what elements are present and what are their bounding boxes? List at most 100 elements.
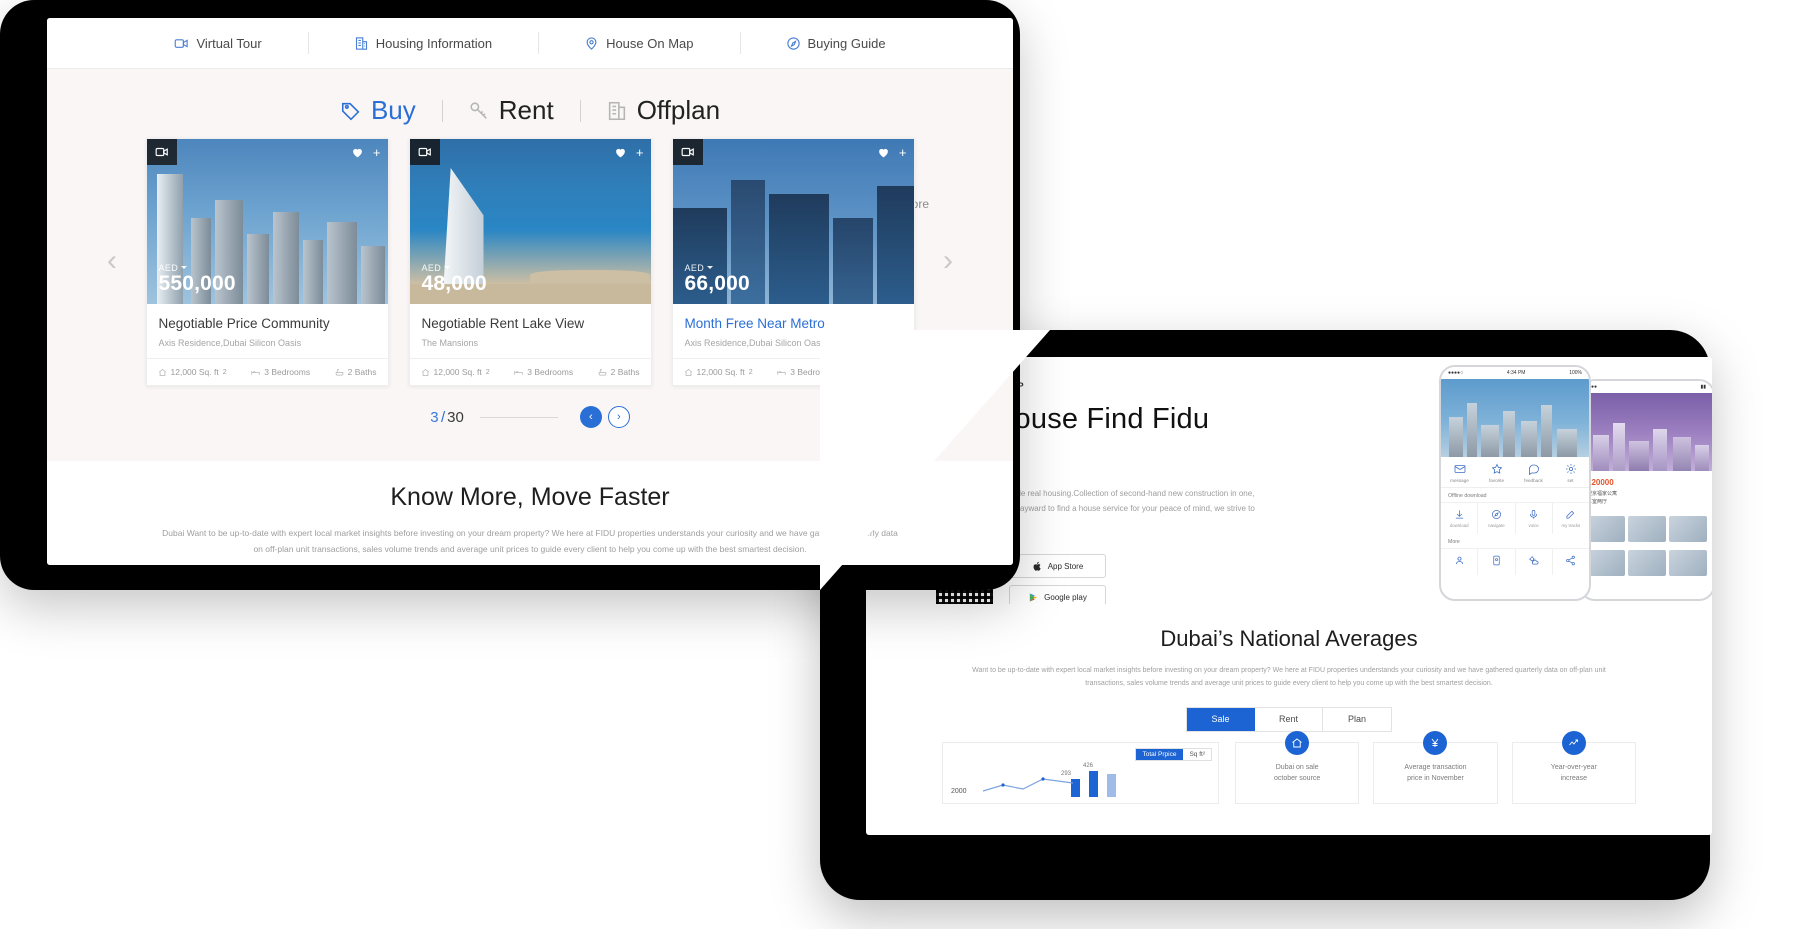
property-card-actions[interactable]: + xyxy=(614,146,644,159)
trend-up-icon xyxy=(1568,737,1580,749)
phone-back-line1: 望京福家公寓 xyxy=(1587,490,1618,497)
tab-buy[interactable]: Buy xyxy=(314,95,442,126)
spec-area: 12,000 Sq. ft 2 xyxy=(158,367,227,377)
property-card[interactable]: + AED 550,000 Negotiable Price Community… xyxy=(145,138,389,386)
tab-rent[interactable]: Rent xyxy=(442,95,580,126)
heart-icon[interactable] xyxy=(877,146,890,159)
top-navigation[interactable]: Virtual Tour Housing Information House O… xyxy=(47,18,1013,69)
phone-cell-user-pin[interactable] xyxy=(1441,549,1479,575)
phone-grid-offline[interactable]: download navigate voice my tracks xyxy=(1441,502,1589,534)
phone-tab-message-label: message xyxy=(1450,478,1469,483)
property-price-block: AED 66,000 xyxy=(685,263,750,295)
caret-down-icon xyxy=(444,266,451,270)
add-icon[interactable]: + xyxy=(636,146,644,159)
phone-mockup-back: ●●● ▮▮ 120000 望京福家公寓 三室两厅 xyxy=(1579,379,1712,601)
carousel-next-arrow[interactable]: › xyxy=(943,246,953,276)
price-bar-chart: Total Prpice Sq ft² 2000 293 426 xyxy=(942,741,1219,804)
pagination-prev-button[interactable]: ‹ xyxy=(579,406,602,428)
property-card-actions[interactable]: + xyxy=(351,146,381,159)
know-more-heading: Know More, Move Faster xyxy=(390,483,670,511)
chart-ytick-0: 2000 xyxy=(951,787,967,795)
phone-cell-voice[interactable]: voice xyxy=(1516,503,1553,534)
heart-icon[interactable] xyxy=(614,146,627,159)
app-store-button[interactable]: App Store xyxy=(1009,554,1106,579)
nav-item-housing-information[interactable]: Housing Information xyxy=(308,36,538,51)
property-title[interactable]: Negotiable Rent Lake View xyxy=(410,304,651,331)
video-badge[interactable] xyxy=(672,139,703,165)
blueprint-icon xyxy=(606,100,628,122)
tab-rent-label: Rent xyxy=(498,95,554,125)
spec-bedrooms: 3 Bedrooms xyxy=(514,367,573,377)
phone-back-line2: 三室两厅 xyxy=(1587,499,1608,506)
nav-item-house-on-map[interactable]: House On Map xyxy=(538,36,739,51)
phone-cell-weather[interactable] xyxy=(1516,549,1553,575)
chart-bar-1 xyxy=(1089,770,1098,797)
phone-tab-set[interactable]: set xyxy=(1552,463,1589,483)
property-title[interactable]: Negotiable Price Community xyxy=(147,304,388,331)
video-badge[interactable] xyxy=(409,139,440,165)
phone-cell-download[interactable]: download xyxy=(1441,503,1479,534)
add-icon[interactable]: + xyxy=(373,146,381,159)
phone-tab-row[interactable]: message favorite feedback set xyxy=(1441,457,1589,488)
download-icon xyxy=(1454,509,1465,520)
heart-icon[interactable] xyxy=(351,146,364,159)
phone-cell-id-card[interactable] xyxy=(1478,549,1516,575)
pagination-next-button[interactable]: › xyxy=(607,406,630,428)
google-play-icon xyxy=(1028,592,1039,603)
phone-mockups: ●●● ▮▮ 120000 望京福家公寓 三室两厅 ●●●●○ 4:34 PM … xyxy=(1321,357,1712,604)
phone-tab-favorite[interactable]: favorite xyxy=(1478,463,1515,483)
property-card[interactable]: + AED 66,000 Month Free Near Metro Axis … xyxy=(671,138,915,386)
property-card[interactable]: + AED 48,000 Negotiable Rent Lake View T… xyxy=(408,138,652,386)
area-icon xyxy=(158,368,166,376)
add-icon[interactable]: + xyxy=(899,146,907,159)
phone-grid-more[interactable] xyxy=(1441,548,1589,575)
app-store-label: App Store xyxy=(1047,561,1084,571)
carousel-pagination[interactable]: 3/30 ‹ › xyxy=(47,406,1013,428)
key-icon xyxy=(468,100,490,122)
google-play-button[interactable]: Google play xyxy=(1009,585,1106,604)
feature-card-yoy-label: Year-over-year increase xyxy=(1550,763,1597,782)
home-icon-circle xyxy=(1285,730,1310,755)
carousel-prev-arrow[interactable]: ‹ xyxy=(107,246,117,276)
video-badge[interactable] xyxy=(146,139,177,165)
phone-cell-my-tracks[interactable]: my tracks xyxy=(1553,503,1589,534)
pagination-counter: 3/30 xyxy=(430,409,464,426)
property-subtitle: Axis Residence,Dubai Silicon Oasis xyxy=(672,331,914,359)
segment-sale[interactable]: Sale xyxy=(1187,707,1255,731)
phone-mockup-front: ●●●●○ 4:34 PM 100% message favorite feed… xyxy=(1439,365,1591,601)
spec-bedrooms: 3 Bedrooms xyxy=(777,367,836,377)
home-icon xyxy=(1291,737,1303,749)
phone-back-listing: 120000 望京福家公寓 三室两厅 xyxy=(1581,471,1712,512)
property-specs: 12,000 Sq. ft 2 3 Bedrooms 2 Baths xyxy=(410,359,651,385)
phone-tab-set-label: set xyxy=(1567,478,1574,483)
property-title[interactable]: Month Free Near Metro xyxy=(673,304,914,331)
building-icon xyxy=(354,36,369,51)
listing-type-tabs[interactable]: Buy Rent Offplan xyxy=(47,69,1013,126)
segment-plan[interactable]: Plan xyxy=(1323,707,1391,731)
yen-icon xyxy=(1429,737,1441,749)
nav-item-buying-guide[interactable]: Buying Guide xyxy=(740,36,932,51)
phone-battery: 100% xyxy=(1569,370,1582,376)
feature-card-yoy[interactable]: Year-over-year increase xyxy=(1511,730,1636,804)
phone-tab-message[interactable]: message xyxy=(1441,463,1478,483)
feature-card-avg-price[interactable]: Average transaction price in November xyxy=(1373,730,1498,804)
bath-icon xyxy=(598,368,606,375)
bed-icon xyxy=(514,370,523,375)
area-icon xyxy=(421,368,429,376)
know-more-paragraph: Dubai Want to be up-to-date with expert … xyxy=(160,526,900,557)
tab-offplan[interactable]: Offplan xyxy=(580,95,746,126)
feature-card-on-sale[interactable]: Dubai on sale october source xyxy=(1235,730,1360,804)
phone-cell-navigate[interactable]: navigate xyxy=(1478,503,1516,534)
segment-rent[interactable]: Rent xyxy=(1255,707,1323,731)
nav-item-virtual-tour[interactable]: Virtual Tour xyxy=(128,36,307,51)
averages-segmented-control[interactable]: Sale Rent Plan xyxy=(1186,706,1392,732)
property-card-actions[interactable]: + xyxy=(877,146,907,159)
chart-plot-area: 2000 293 426 xyxy=(943,743,1218,803)
spec-baths: 2 Baths xyxy=(861,367,903,377)
phone-cell-share[interactable] xyxy=(1553,549,1589,575)
map-pin-icon xyxy=(584,36,599,51)
averages-segment-row[interactable]: Sale Rent Plan xyxy=(866,706,1712,732)
phone-tab-feedback[interactable]: feedback xyxy=(1515,463,1552,483)
averages-heading: Dubai’s National Averages xyxy=(1160,626,1418,651)
phone-back-price: 120000 xyxy=(1587,478,1614,487)
